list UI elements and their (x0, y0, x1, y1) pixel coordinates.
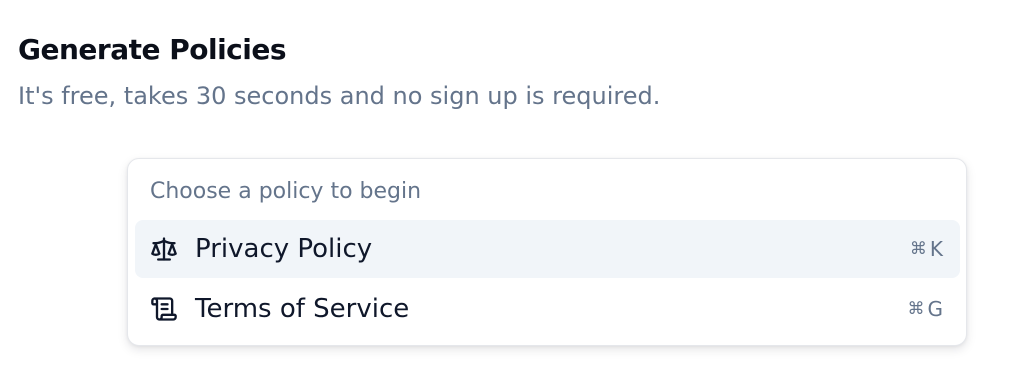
menu-item-terms-of-service[interactable]: Terms of Service ⌘ G (135, 280, 960, 338)
page-subtitle: It's free, takes 30 seconds and no sign … (18, 82, 661, 110)
command-key-icon: ⌘ (907, 299, 926, 319)
shortcut-key: G (927, 297, 944, 321)
menu-item-privacy-policy[interactable]: Privacy Policy ⌘ K (135, 220, 960, 278)
scroll-icon (149, 294, 179, 324)
keyboard-shortcut: ⌘ G (908, 297, 945, 321)
page-title: Generate Policies (18, 33, 287, 66)
shortcut-key: K (929, 237, 944, 261)
menu-item-label: Privacy Policy (195, 234, 373, 264)
policy-command-menu: Choose a policy to begin Privacy Policy … (127, 158, 967, 346)
command-key-icon: ⌘ (909, 239, 928, 259)
keyboard-shortcut: ⌘ K (910, 237, 944, 261)
scale-icon (149, 234, 179, 264)
menu-item-label: Terms of Service (195, 294, 410, 324)
menu-heading: Choose a policy to begin (150, 179, 422, 204)
